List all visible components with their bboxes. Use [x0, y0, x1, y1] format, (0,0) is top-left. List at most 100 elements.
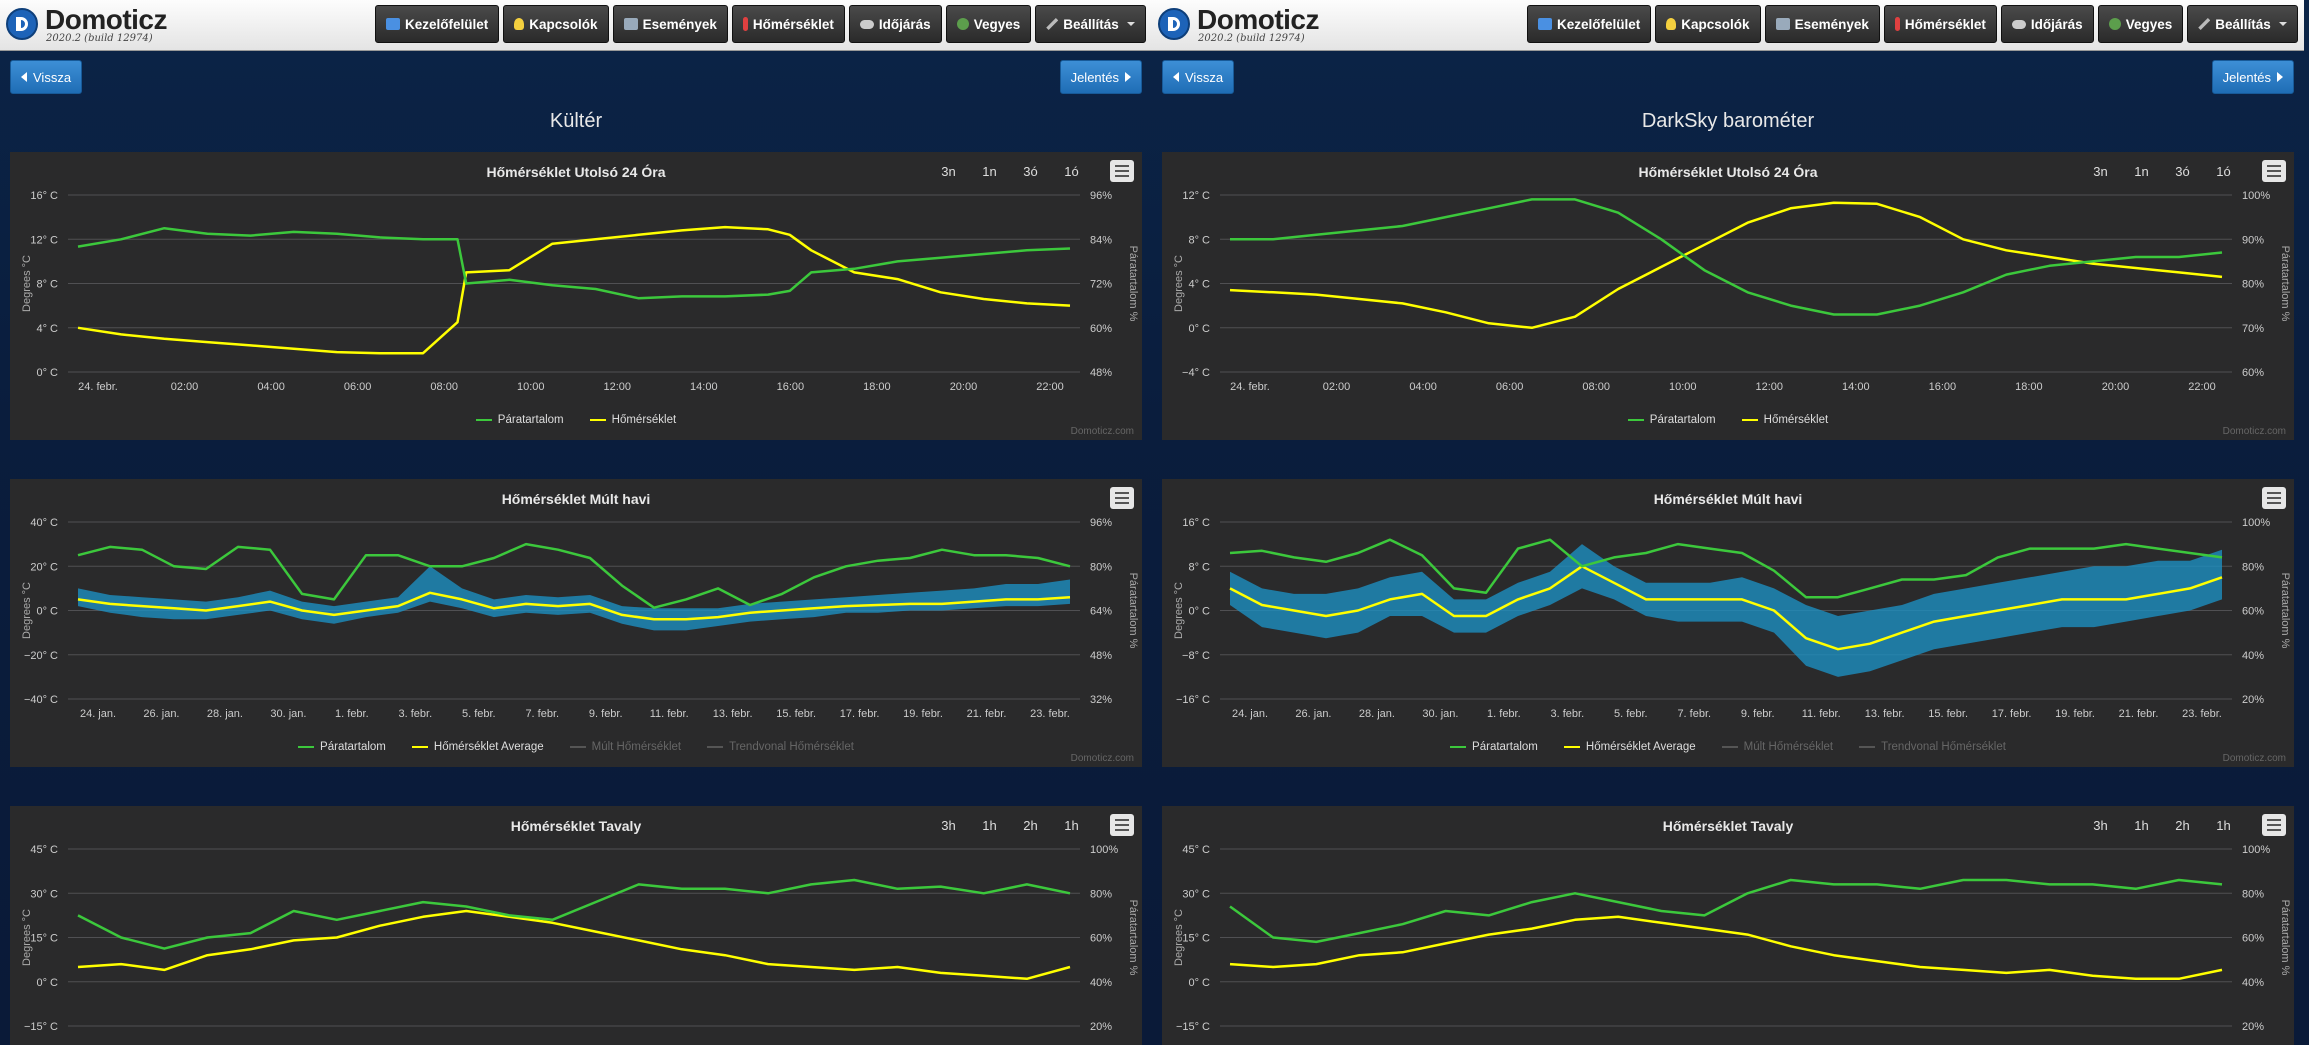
- legend-label: Páratartalom: [497, 414, 564, 426]
- legend-item-trend[interactable]: Trendvonal Hőmérséklet: [707, 741, 854, 753]
- back-button[interactable]: Vissza: [10, 60, 83, 94]
- misc-icon: [2108, 18, 2121, 30]
- nav-events[interactable]: Események: [612, 5, 728, 43]
- chevron-down-icon: [1126, 22, 1135, 26]
- x-tick-label: 1. febr.: [335, 708, 369, 720]
- x-tick-label: 19. febr.: [2055, 708, 2095, 720]
- legend-item-humidity[interactable]: Páratartalom: [298, 741, 386, 753]
- y-tick-label: 15° C: [1182, 933, 1210, 945]
- app-logo-title[interactable]: Domoticz: [1197, 4, 1320, 36]
- x-tick-label: 13. febr.: [713, 708, 753, 720]
- report-label: Jelentés: [1070, 69, 1119, 85]
- legend-item-trend[interactable]: Trendvonal Hőmérséklet: [1859, 741, 2006, 753]
- x-tick-label: 14:00: [1842, 381, 1870, 393]
- range-button[interactable]: 3n: [2080, 164, 2121, 179]
- chart-credit[interactable]: Domoticz.com: [1071, 426, 1134, 437]
- range-button[interactable]: 1n: [2121, 164, 2162, 179]
- chart-menu-icon[interactable]: [2262, 160, 2286, 182]
- range-button[interactable]: 1h: [2121, 818, 2162, 833]
- chart-credit[interactable]: Domoticz.com: [2223, 426, 2286, 437]
- chart-24h: 0° C 4° C 8° C 12° C 16° C 48% 60% 72% 84% 96% Deg…: [10, 152, 1142, 440]
- y-tick-label: 15° C: [30, 933, 58, 945]
- legend-label: Páratartalom: [320, 741, 386, 753]
- legend-item-temp-avg[interactable]: Hőmérséklet Average: [411, 741, 544, 753]
- nav-setup[interactable]: Beállítás: [1035, 5, 1146, 43]
- back-button[interactable]: Vissza: [1162, 60, 1235, 94]
- x-tick-label: 02:00: [1323, 381, 1351, 393]
- nav-weather[interactable]: Időjárás: [2000, 5, 2094, 43]
- range-button[interactable]: 3n: [928, 164, 969, 179]
- x-tick-label: 18:00: [2015, 381, 2043, 393]
- legend-item-past-temp[interactable]: Múlt Hőmérséklet: [1721, 741, 1833, 753]
- x-tick-label: 23. febr.: [2182, 708, 2222, 720]
- nav-events[interactable]: Események: [1764, 5, 1880, 43]
- x-tick-label: 16:00: [777, 381, 805, 393]
- zoom-range-buttons: 3n 1n 3ó 1ó: [2080, 164, 2244, 179]
- thermometer-icon: [1894, 17, 1900, 31]
- range-button[interactable]: 1h: [969, 818, 1010, 833]
- legend-item-temperature[interactable]: Hőmérséklet: [1741, 414, 1828, 426]
- cloud-icon: [2011, 19, 2026, 29]
- x-tick-label: 12:00: [1756, 381, 1784, 393]
- domoticz-logo-icon[interactable]: [6, 8, 38, 40]
- app-logo-title[interactable]: Domoticz: [45, 4, 168, 36]
- nav-temperature[interactable]: Hőmérséklet: [731, 5, 845, 43]
- chart-menu-icon[interactable]: [1110, 814, 1134, 836]
- range-button[interactable]: 3h: [2080, 818, 2121, 833]
- chart-credit[interactable]: Domoticz.com: [2223, 753, 2286, 764]
- legend-item-temp-avg[interactable]: Hőmérséklet Average: [1563, 741, 1696, 753]
- range-button[interactable]: 1h: [2203, 818, 2244, 833]
- chart-legend: Páratartalom Hőmérséklet: [10, 414, 1142, 426]
- chart-credit[interactable]: Domoticz.com: [1071, 753, 1134, 764]
- nav-utility[interactable]: Vegyes: [945, 5, 1032, 43]
- nav-setup[interactable]: Beállítás: [2187, 5, 2298, 43]
- chart-month-plot: −16° C −8° C 0° C 8° C 16° C 20% 40% 60% 80% 100%…: [1173, 517, 2291, 720]
- y-axis-title: Degrees °C: [1173, 255, 1185, 312]
- chart-menu-icon[interactable]: [1110, 487, 1134, 509]
- range-button[interactable]: 3h: [928, 818, 969, 833]
- nav-dashboard[interactable]: Kezelőfelület: [375, 5, 500, 43]
- legend-item-humidity[interactable]: Páratartalom: [1450, 741, 1538, 753]
- domoticz-logo-icon[interactable]: [1158, 8, 1190, 40]
- chart-year: −15° C 0° C 15° C 30° C 45° C 20% 40% 60% 80% 100…: [1162, 806, 2294, 1045]
- legend-label: Trendvonal Hőmérséklet: [729, 741, 854, 753]
- chart-menu-icon[interactable]: [2262, 814, 2286, 836]
- range-button[interactable]: 3ó: [1010, 164, 1051, 179]
- legend-item-temperature[interactable]: Hőmérséklet: [589, 414, 676, 426]
- range-button[interactable]: 1n: [969, 164, 1010, 179]
- x-tick-label: 04:00: [1409, 381, 1437, 393]
- range-button[interactable]: 2h: [2162, 818, 2203, 833]
- nav-switches[interactable]: Kapcsolók: [503, 5, 609, 43]
- legend-item-past-temp[interactable]: Múlt Hőmérséklet: [569, 741, 681, 753]
- nav-weather[interactable]: Időjárás: [848, 5, 942, 43]
- y-tick-label: 30° C: [1182, 888, 1210, 900]
- nav-temperature[interactable]: Hőmérséklet: [1883, 5, 1997, 43]
- range-button[interactable]: 2h: [1010, 818, 1051, 833]
- chart-menu-icon[interactable]: [1110, 160, 1134, 182]
- y-tick-label: 8° C: [1188, 234, 1210, 246]
- range-button[interactable]: 1ó: [1051, 164, 1092, 179]
- range-button[interactable]: 3ó: [2162, 164, 2203, 179]
- legend-item-humidity[interactable]: Páratartalom: [475, 414, 564, 426]
- report-button[interactable]: Jelentés: [2211, 60, 2294, 94]
- x-tick-label: 06:00: [1496, 381, 1524, 393]
- chart-menu-icon[interactable]: [2262, 487, 2286, 509]
- y2-tick-label: 20%: [2242, 1021, 2264, 1033]
- nav-switches[interactable]: Kapcsolók: [1655, 5, 1761, 43]
- nav-utility[interactable]: Vegyes: [2097, 5, 2184, 43]
- tools-icon: [2198, 18, 2211, 30]
- report-button[interactable]: Jelentés: [1059, 60, 1142, 94]
- range-button[interactable]: 1ó: [2203, 164, 2244, 179]
- y-tick-label: −15° C: [24, 1021, 58, 1033]
- y-axis-title: Degrees °C: [21, 255, 33, 312]
- range-button[interactable]: 1h: [1051, 818, 1092, 833]
- chart-year-plot: −15° C 0° C 15° C 30° C 45° C 20% 40% 60% 80% 100…: [1173, 844, 2291, 1033]
- y2-tick-label: 48%: [1090, 367, 1112, 379]
- nav-dashboard[interactable]: Kezelőfelület: [1527, 5, 1652, 43]
- x-tick-label: 11. febr.: [650, 708, 689, 720]
- page-title: DarkSky barométer: [1641, 110, 1815, 132]
- y2-tick-label: 90%: [2242, 234, 2264, 246]
- y-tick-label: 0° C: [36, 977, 58, 989]
- legend-item-humidity[interactable]: Páratartalom: [1627, 414, 1716, 426]
- y-tick-label: −4° C: [1182, 367, 1210, 379]
